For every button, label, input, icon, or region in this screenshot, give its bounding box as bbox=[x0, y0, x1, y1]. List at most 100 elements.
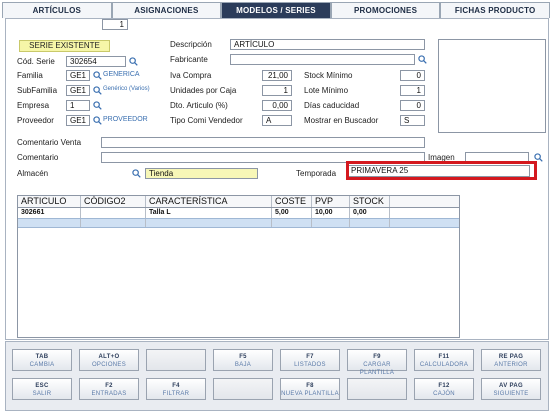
dias-caducidad-label: Días caducidad bbox=[304, 101, 360, 110]
familia-search-icon[interactable] bbox=[93, 71, 102, 80]
fk-key: F7 bbox=[306, 354, 314, 360]
dto-articulo-label: Dto. Articulo (%) bbox=[170, 101, 228, 110]
fk-key: AV PAG bbox=[499, 383, 523, 389]
temporada-label: Temporada bbox=[296, 169, 337, 178]
lote-minimo-label: Lote Mínimo bbox=[304, 86, 349, 95]
mostrar-buscador-label: Mostrar en Buscador bbox=[304, 116, 379, 125]
empresa-label: Empresa bbox=[17, 101, 50, 110]
comentario-venta-input[interactable] bbox=[101, 137, 425, 148]
fk-key: F11 bbox=[438, 354, 450, 360]
unidades-caja-label: Unidades por Caja bbox=[170, 86, 237, 95]
subfamilia-name: Genérico (Varios) bbox=[103, 86, 150, 92]
tab-asignaciones[interactable]: ASIGNACIONES bbox=[111, 2, 222, 18]
tab-promociones[interactable]: PROMOCIONES bbox=[330, 2, 441, 18]
av-pag-button[interactable]: AV PAG SIGUIENTE bbox=[481, 378, 541, 400]
blank-button bbox=[146, 349, 206, 371]
col-coste[interactable]: COSTE bbox=[272, 196, 312, 207]
cell-empty bbox=[272, 219, 312, 227]
fk-key: F12 bbox=[438, 383, 450, 389]
fk-desc: CARGAR PLANTILLA bbox=[359, 362, 395, 376]
subfamilia-label: SubFamilia bbox=[17, 86, 58, 95]
function-key-bar: TAB CAMBIA ALT+O OPCIONES F5 BAJA F7 LISTADO… bbox=[5, 341, 549, 411]
table-row[interactable]: 302661 Talla L 5,00 10,00 0,00 bbox=[18, 208, 459, 218]
cell-codigo2 bbox=[81, 208, 146, 218]
tab-articulos[interactable]: ARTÍCULOS bbox=[2, 2, 112, 18]
table-row-new[interactable] bbox=[18, 218, 459, 228]
f2-entradas-button[interactable]: F2 ENTRADAS bbox=[79, 378, 139, 400]
lote-minimo-input[interactable]: 1 bbox=[400, 85, 425, 96]
fk-key: TAB bbox=[35, 354, 49, 360]
dto-articulo-input[interactable]: 0,00 bbox=[262, 100, 292, 111]
proveedor-name: PROVEEDOR bbox=[103, 116, 148, 123]
f4-filtrar-button[interactable]: F4 FILTRAR bbox=[146, 378, 206, 400]
grid-header: ARTICULO CÓDIGO2 CARACTERÍSTICA COSTE PV… bbox=[18, 196, 459, 208]
fabricante-label: Fabricante bbox=[170, 55, 208, 64]
dias-caducidad-input[interactable]: 0 bbox=[400, 100, 425, 111]
stock-minimo-label: Stock Mínimo bbox=[304, 71, 353, 80]
familia-label: Familia bbox=[17, 71, 43, 80]
descripcion-input[interactable]: ARTÍCULO bbox=[230, 39, 425, 50]
fk-desc: FILTRAR bbox=[162, 391, 190, 397]
fk-desc: CAMBIA bbox=[29, 362, 55, 368]
almacen-search-icon[interactable] bbox=[132, 169, 141, 178]
almacen-input[interactable]: 1 bbox=[102, 19, 128, 30]
cell-empty bbox=[312, 219, 350, 227]
fk-desc: ENTRADAS bbox=[91, 391, 127, 397]
familia-name: GENERICA bbox=[103, 71, 140, 78]
tab-modelos-series[interactable]: MODELOS / SERIES bbox=[221, 2, 331, 18]
proveedor-input[interactable]: GE1 bbox=[66, 115, 90, 126]
cod-serie-search-icon[interactable] bbox=[129, 57, 138, 66]
f5-baja-button[interactable]: F5 BAJA bbox=[213, 349, 273, 371]
tab-key-button[interactable]: TAB CAMBIA bbox=[12, 349, 72, 371]
cell-pvp: 10,00 bbox=[312, 208, 350, 218]
tipo-comi-input[interactable]: A bbox=[262, 115, 292, 126]
fk-key: F9 bbox=[373, 354, 381, 360]
fabricante-search-icon[interactable] bbox=[418, 55, 427, 64]
fk-desc: ANTERIOR bbox=[494, 362, 528, 368]
cell-empty bbox=[146, 219, 272, 227]
col-caracteristica[interactable]: CARACTERÍSTICA bbox=[146, 196, 272, 207]
f8-nueva-plantilla-button[interactable]: F8 NUEVA PLANTILLA bbox=[280, 378, 340, 400]
empresa-input[interactable]: 1 bbox=[66, 100, 90, 111]
mostrar-buscador-input[interactable]: S bbox=[400, 115, 425, 126]
iva-compra-input[interactable]: 21,00 bbox=[262, 70, 292, 81]
fabricante-input[interactable] bbox=[230, 54, 415, 65]
f12-cajon-button[interactable]: F12 CAJÓN bbox=[414, 378, 474, 400]
re-pag-button[interactable]: RE PAG ANTERIOR bbox=[481, 349, 541, 371]
series-grid[interactable]: ARTICULO CÓDIGO2 CARACTERÍSTICA COSTE PV… bbox=[17, 195, 460, 338]
proveedor-label: Proveedor bbox=[17, 116, 54, 125]
tab-fichas-producto[interactable]: FICHAS PRODUCTO bbox=[440, 2, 550, 18]
tipo-comi-label: Tipo Comi Vendedor bbox=[170, 116, 243, 125]
unidades-caja-input[interactable]: 1 bbox=[262, 85, 292, 96]
almacen-name: Tienda bbox=[145, 168, 258, 179]
esc-salir-button[interactable]: ESC SALIR bbox=[12, 378, 72, 400]
fk-desc: BAJA bbox=[234, 362, 252, 368]
empresa-search-icon[interactable] bbox=[93, 101, 102, 110]
blank-button bbox=[213, 378, 273, 400]
familia-input[interactable]: GE1 bbox=[66, 70, 90, 81]
stock-minimo-input[interactable]: 0 bbox=[400, 70, 425, 81]
fk-desc: CAJÓN bbox=[433, 391, 455, 397]
fk-key: RE PAG bbox=[498, 354, 524, 360]
almacen-label: Almacén bbox=[17, 169, 49, 178]
f11-calculadora-button[interactable]: F11 CALCULADORA bbox=[414, 349, 474, 371]
subfamilia-input[interactable]: GE1 bbox=[66, 85, 90, 96]
f9-cargar-plantilla-button[interactable]: F9 CARGAR PLANTILLA bbox=[347, 349, 407, 376]
col-pvp[interactable]: PVP bbox=[312, 196, 350, 207]
fk-key: ESC bbox=[35, 383, 49, 389]
options-button[interactable]: ALT+O OPCIONES bbox=[79, 349, 139, 371]
cell-empty bbox=[81, 219, 146, 227]
proveedor-search-icon[interactable] bbox=[93, 116, 102, 125]
cod-serie-label: Cód. Serie bbox=[17, 57, 55, 66]
cell-empty bbox=[350, 219, 390, 227]
col-articulo[interactable]: ARTICULO bbox=[18, 196, 81, 207]
fk-desc: LISTADOS bbox=[294, 362, 326, 368]
blank-button bbox=[347, 378, 407, 400]
f7-listados-button[interactable]: F7 LISTADOS bbox=[280, 349, 340, 371]
col-stock[interactable]: STOCK bbox=[350, 196, 390, 207]
subfamilia-search-icon[interactable] bbox=[93, 86, 102, 95]
fk-key: ALT+O bbox=[98, 354, 120, 360]
col-codigo2[interactable]: CÓDIGO2 bbox=[81, 196, 146, 207]
image-preview[interactable] bbox=[438, 39, 546, 133]
cod-serie-input[interactable]: 302654 bbox=[66, 56, 126, 67]
